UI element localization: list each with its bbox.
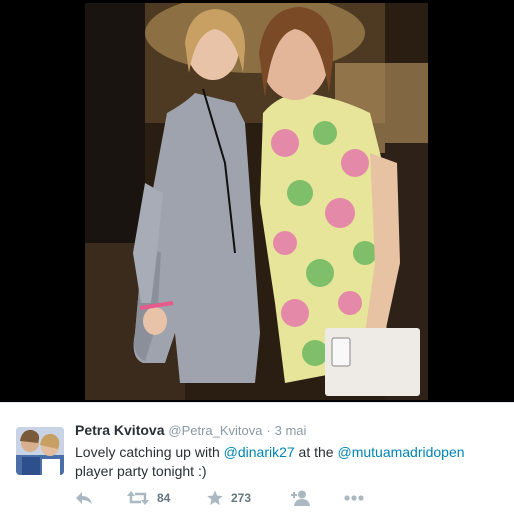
more-icon xyxy=(344,495,364,501)
separator-dot: · xyxy=(266,423,271,438)
retweet-button[interactable]: 84 xyxy=(127,487,170,509)
tweet: Petra Kvitova @Petra_Kvitova · 3 mai Lov… xyxy=(0,403,514,524)
retweet-icon xyxy=(127,491,149,505)
reply-button[interactable] xyxy=(75,487,93,509)
tweet-text-part: Lovely catching up with xyxy=(75,444,224,460)
tweet-text: Lovely catching up with @dinarik27 at th… xyxy=(75,443,495,481)
follow-button[interactable] xyxy=(291,487,311,509)
tweet-text-part: player party tonight :) xyxy=(75,463,207,479)
avatar-image xyxy=(16,427,64,475)
mention-link-dinarik27[interactable]: @dinarik27 xyxy=(224,444,295,460)
tweet-media[interactable] xyxy=(0,0,514,402)
star-icon xyxy=(207,490,223,505)
author-handle[interactable]: @Petra_Kvitova xyxy=(168,423,262,438)
tweet-timestamp[interactable]: 3 mai xyxy=(275,423,307,438)
follow-icon xyxy=(291,490,310,506)
photo-illustration xyxy=(85,3,428,400)
favorite-count: 273 xyxy=(231,491,252,505)
more-button[interactable] xyxy=(344,487,364,509)
tweet-text-part: at the xyxy=(294,444,338,460)
avatar[interactable] xyxy=(16,427,64,475)
reply-icon xyxy=(76,492,92,504)
tweet-header: Petra Kvitova @Petra_Kvitova · 3 mai xyxy=(75,422,306,438)
mention-link-mutuamadridopen[interactable]: @mutuamadridopen xyxy=(337,444,464,460)
author-name[interactable]: Petra Kvitova xyxy=(75,422,164,438)
tweet-photo[interactable] xyxy=(85,3,428,400)
favorite-button[interactable]: 273 xyxy=(207,487,251,509)
tweet-actions: 84 273 xyxy=(75,487,495,509)
retweet-count: 84 xyxy=(157,491,171,505)
